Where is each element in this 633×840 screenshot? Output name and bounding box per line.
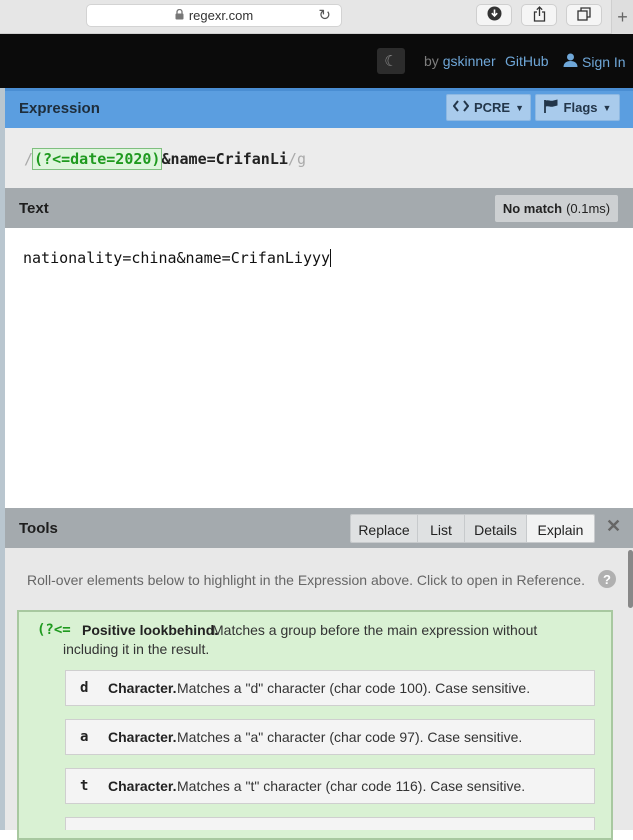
explain-item-desc: Matches a "t" character (char code 116).…: [177, 778, 526, 794]
tab-explain[interactable]: Explain: [527, 515, 594, 542]
explain-item-t[interactable]: t Character. Matches a "t" character (ch…: [65, 768, 595, 804]
close-icon[interactable]: ✕: [606, 516, 621, 537]
scrollbar-thumb[interactable]: [628, 550, 633, 608]
by-label: by: [424, 53, 439, 69]
text-title: Text: [19, 200, 49, 217]
explain-item-d[interactable]: d Character. Matches a "d" character (ch…: [65, 670, 595, 706]
expression-title: Expression: [19, 100, 100, 117]
test-text-area[interactable]: [5, 228, 633, 508]
download-icon: [487, 6, 502, 24]
flags-label: Flags: [563, 100, 598, 115]
lookbehind-group[interactable]: (?<=date=2020): [32, 148, 163, 170]
explain-hint: Roll-over elements below to highlight in…: [27, 572, 585, 588]
text-cursor: [330, 249, 332, 267]
explain-item-desc: Matches a "d" character (char code 100).…: [177, 680, 531, 696]
moon-icon: ☾: [384, 53, 398, 70]
share-button[interactable]: [521, 4, 557, 26]
tabs-button[interactable]: [566, 4, 602, 26]
download-button[interactable]: [476, 4, 512, 26]
pcre-engine-button[interactable]: PCRE ▼: [446, 94, 531, 121]
match-time: (0.1ms): [566, 201, 611, 216]
tools-tab-bar: Replace List Details Explain: [350, 514, 595, 543]
match-status-badge: No match (0.1ms): [495, 195, 618, 222]
sign-in-label: Sign In: [582, 53, 626, 70]
test-text[interactable]: nationality=china&name=CrifanLiyyy: [23, 249, 332, 267]
explain-token: (?<=: [37, 622, 71, 638]
explain-item-name: Character.: [108, 778, 177, 794]
user-icon: [563, 53, 578, 70]
sign-in-link[interactable]: Sign In: [563, 53, 626, 70]
explain-item-token: a: [80, 729, 89, 745]
github-link[interactable]: GitHub: [505, 53, 549, 69]
help-icon[interactable]: ?: [598, 570, 616, 588]
flags-button[interactable]: Flags ▼: [535, 94, 620, 121]
share-icon: [533, 5, 546, 25]
author-credit: by gskinner: [424, 53, 496, 69]
reload-icon[interactable]: ↻: [318, 6, 331, 24]
match-status: No match: [502, 201, 563, 216]
pcre-label: PCRE: [473, 100, 511, 115]
test-text-content: nationality=china&name=CrifanLiyyy: [23, 249, 331, 267]
close-delimiter: /: [287, 150, 297, 168]
plus-icon[interactable]: +: [611, 0, 633, 34]
explain-item-token: d: [80, 680, 89, 696]
theme-toggle-button[interactable]: ☾: [377, 48, 405, 74]
explain-item-a[interactable]: a Character. Matches a "a" character (ch…: [65, 719, 595, 755]
explain-item-name: Character.: [108, 729, 177, 745]
tab-details[interactable]: Details: [465, 515, 527, 542]
tab-replace[interactable]: Replace: [351, 515, 418, 542]
tab-list[interactable]: List: [418, 515, 465, 542]
explain-item-name: Character.: [108, 680, 177, 696]
url-text: regexr.com: [188, 8, 254, 23]
author-link[interactable]: gskinner: [443, 53, 496, 69]
expression-text[interactable]: /(?<=date=2020)&name=CrifanLi/g: [24, 148, 306, 170]
caret-down-icon: ▼: [602, 102, 612, 113]
caret-down-icon: ▼: [515, 102, 525, 113]
expression-rest: &name=CrifanLi: [161, 150, 288, 168]
explain-name: Positive lookbehind.: [82, 622, 219, 638]
lock-icon: [175, 8, 184, 23]
explain-description: Matches a group before the main expressi…: [212, 622, 538, 638]
explain-item-next[interactable]: [65, 817, 595, 830]
explain-item-desc: Matches a "a" character (char code 97). …: [177, 729, 523, 745]
expression-flags[interactable]: g: [297, 150, 306, 168]
tabs-icon: [577, 6, 591, 24]
flag-icon: [543, 99, 559, 116]
explain-item-token: t: [80, 778, 89, 794]
explain-description-line2: including it in the result.: [63, 641, 210, 657]
tools-title: Tools: [19, 520, 58, 537]
address-bar[interactable]: regexr.com ↻: [86, 4, 342, 27]
open-delimiter: /: [24, 150, 34, 168]
code-icon: [452, 100, 470, 115]
